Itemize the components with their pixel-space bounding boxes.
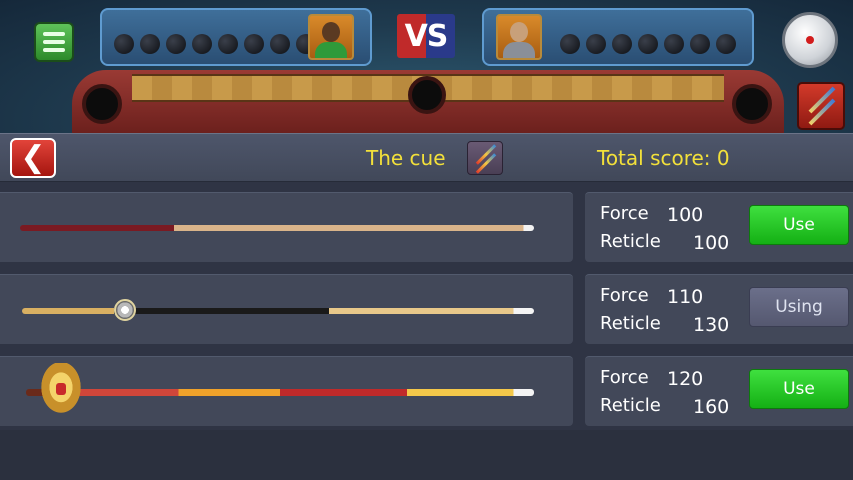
cue-shop-icon[interactable] xyxy=(797,82,845,130)
cue-stick-ornate xyxy=(22,308,534,314)
reticle-value: 100 xyxy=(693,232,730,254)
ball-slot xyxy=(664,34,684,54)
player-two-avatar xyxy=(496,14,542,60)
cue-ornament xyxy=(114,299,136,321)
back-arrow-icon[interactable]: ❮ xyxy=(10,138,56,178)
ball-slot xyxy=(114,34,134,54)
cue-icon xyxy=(467,141,503,175)
player-two-panel xyxy=(482,8,754,66)
player-one-panel xyxy=(100,8,372,66)
cue-ball-icon[interactable] xyxy=(782,12,838,68)
force-value: 100 xyxy=(667,204,704,226)
cue-stick-basic xyxy=(20,225,534,231)
reticle-value: 130 xyxy=(693,314,730,336)
ball-slot xyxy=(140,34,160,54)
pool-table-rail xyxy=(72,70,784,133)
ball-slot xyxy=(560,34,580,54)
reticle-value: 160 xyxy=(693,396,730,418)
list-bottom-area xyxy=(0,430,853,480)
player-one-balls xyxy=(114,34,316,54)
ball-slot xyxy=(244,34,264,54)
use-cue-button[interactable]: Use xyxy=(749,369,849,409)
force-label: Force xyxy=(600,367,649,388)
cue-preview xyxy=(0,356,573,426)
menu-icon[interactable] xyxy=(34,22,74,62)
cue-crest-ornament xyxy=(38,363,84,417)
reticle-label: Reticle xyxy=(600,231,661,252)
force-label: Force xyxy=(600,285,649,306)
player-one-avatar xyxy=(308,14,354,60)
pocket xyxy=(408,76,446,114)
ball-slot xyxy=(270,34,290,54)
total-score: Total score: 0 xyxy=(597,146,730,170)
force-value: 110 xyxy=(667,286,704,308)
ball-slot xyxy=(586,34,606,54)
cue-row: Force 120 Reticle 160 Use xyxy=(0,356,853,426)
cue-stats: Force 110 Reticle 130 Using xyxy=(585,274,853,344)
cue-stick-royal xyxy=(26,389,534,396)
ball-slot xyxy=(192,34,212,54)
shop-title: The cue xyxy=(366,146,446,170)
using-cue-button[interactable]: Using xyxy=(749,287,849,327)
pocket xyxy=(732,84,772,124)
use-cue-button[interactable]: Use xyxy=(749,205,849,245)
ball-slot xyxy=(166,34,186,54)
cue-stats: Force 100 Reticle 100 Use xyxy=(585,192,853,262)
cue-shop-header: ❮ The cue Total score: 0 xyxy=(0,133,853,182)
force-value: 120 xyxy=(667,368,704,390)
cue-preview xyxy=(0,192,573,262)
cue-preview xyxy=(0,274,573,344)
reticle-label: Reticle xyxy=(600,313,661,334)
cue-row: Force 110 Reticle 130 Using xyxy=(0,274,853,344)
cue-row: Force 100 Reticle 100 Use xyxy=(0,192,853,262)
game-hud: VS xyxy=(0,0,853,133)
ball-slot xyxy=(218,34,238,54)
cue-stats: Force 120 Reticle 160 Use xyxy=(585,356,853,426)
reticle-label: Reticle xyxy=(600,395,661,416)
force-label: Force xyxy=(600,203,649,224)
pocket xyxy=(82,84,122,124)
ball-slot xyxy=(638,34,658,54)
vs-badge: VS xyxy=(397,14,455,58)
ball-slot xyxy=(612,34,632,54)
ball-slot xyxy=(690,34,710,54)
ball-slot xyxy=(716,34,736,54)
player-two-balls xyxy=(560,34,736,54)
